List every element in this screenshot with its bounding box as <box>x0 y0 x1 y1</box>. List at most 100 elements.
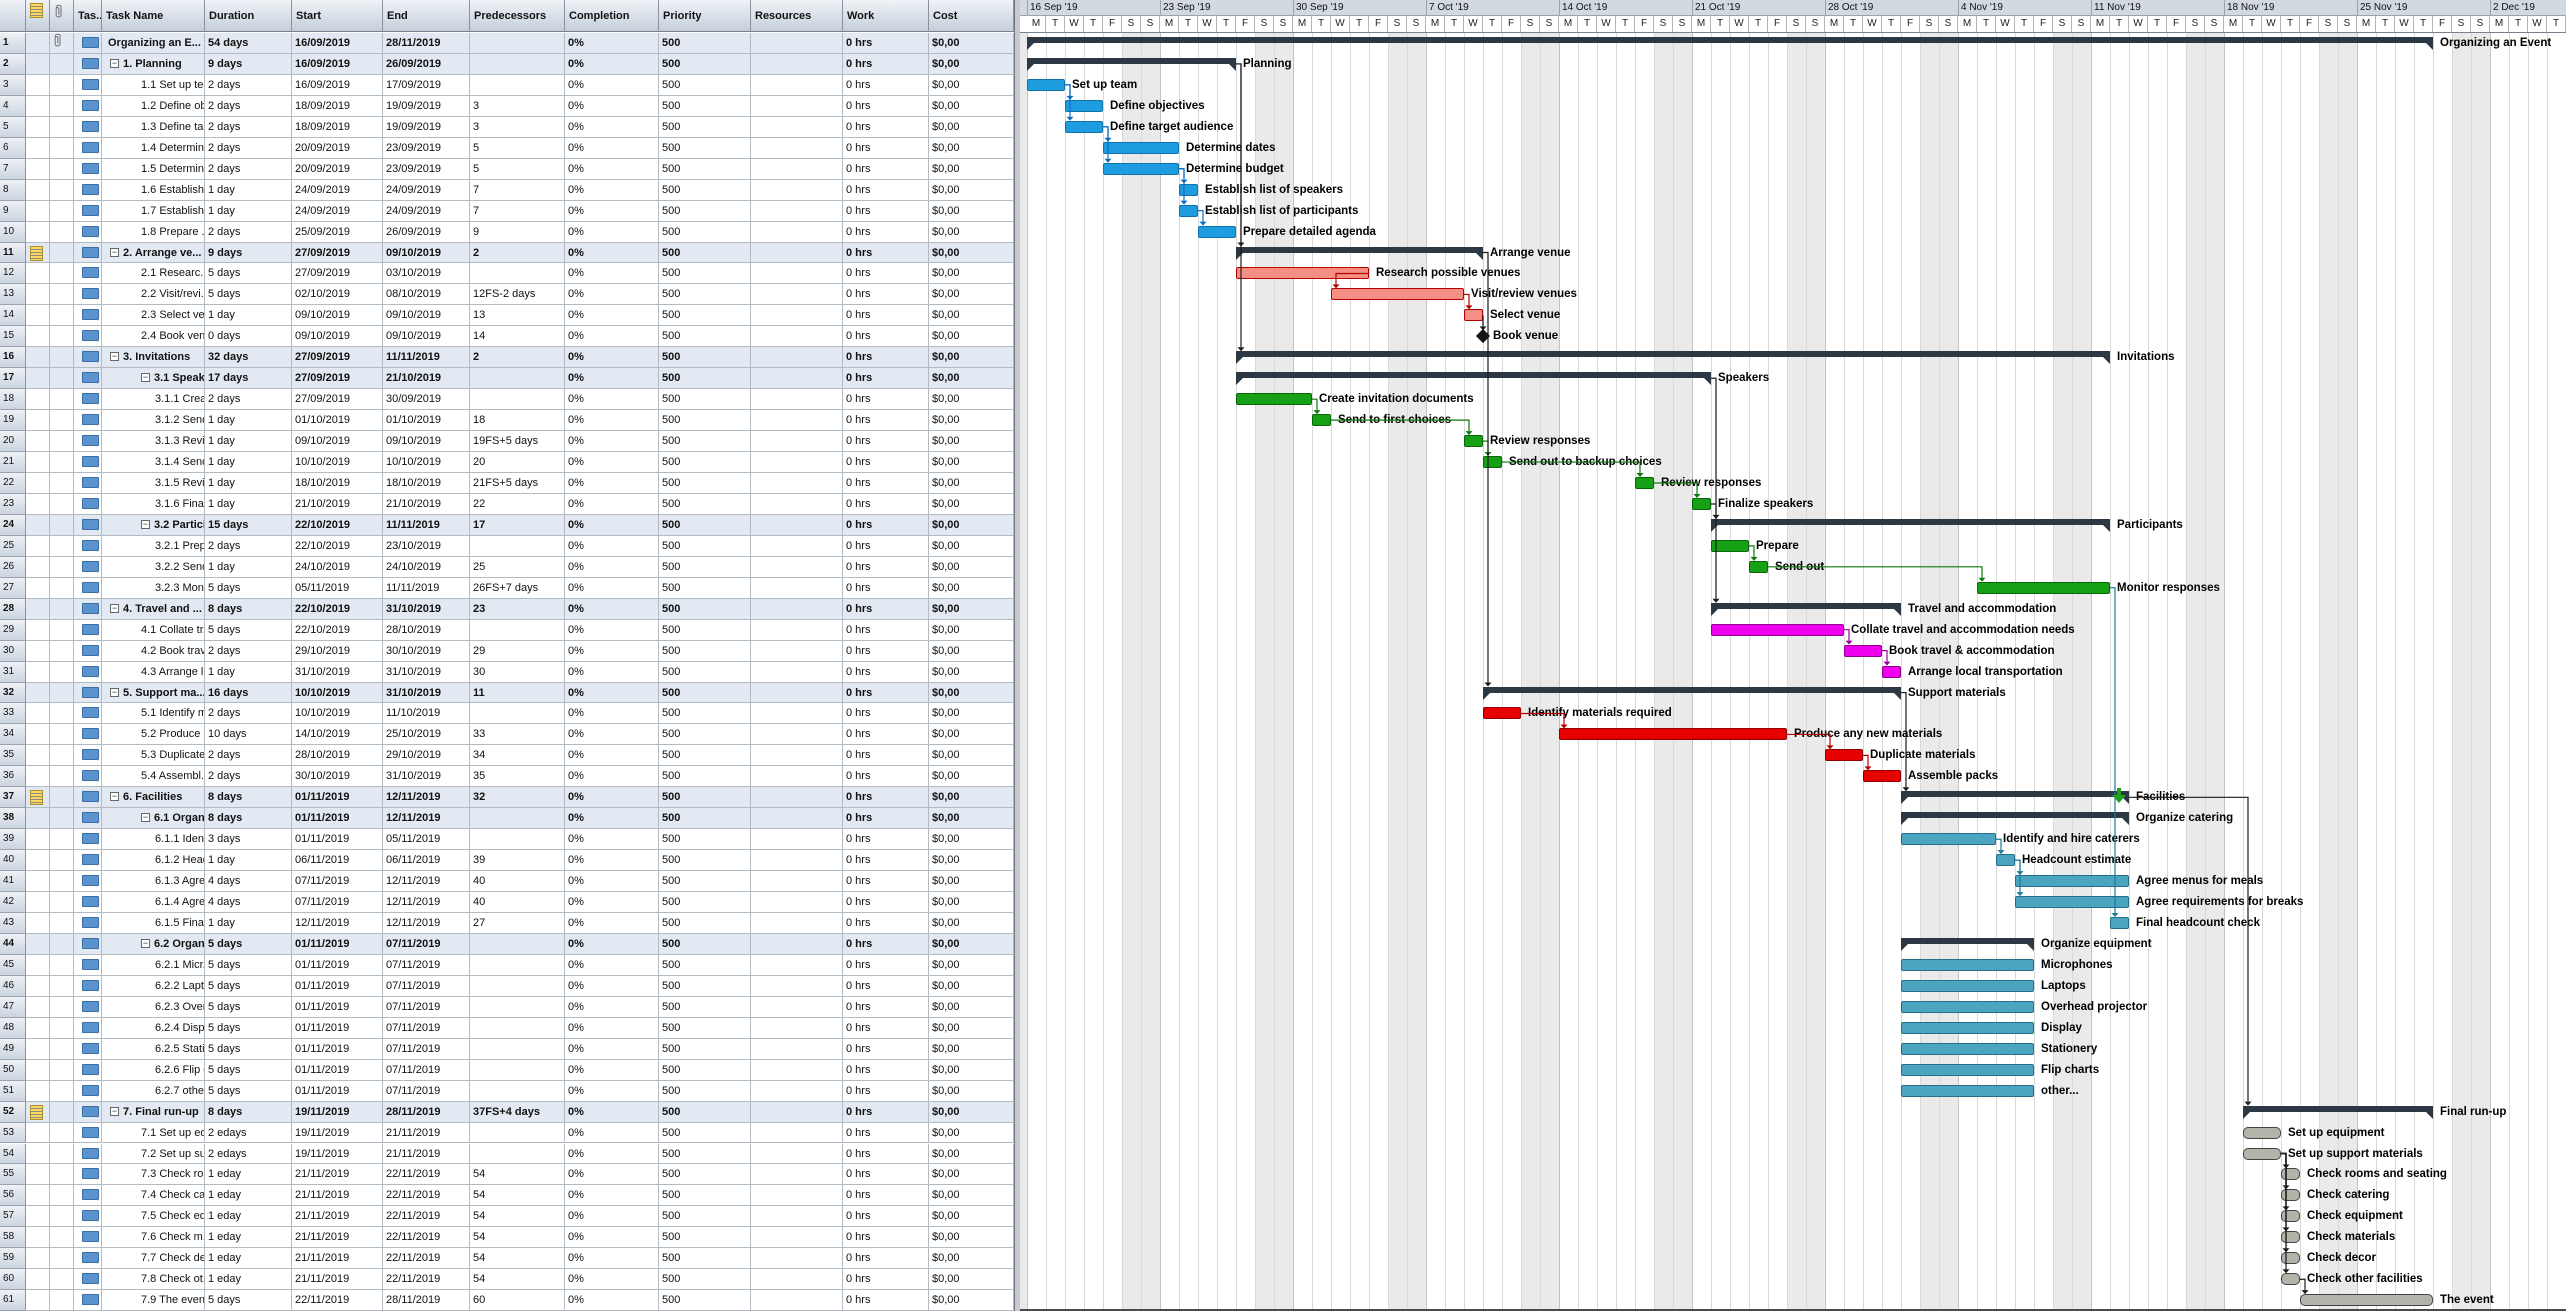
cell-priority[interactable]: 500 <box>659 933 751 955</box>
cell-priority[interactable]: 500 <box>659 221 751 243</box>
cell-end[interactable]: 06/11/2019 <box>383 850 470 872</box>
cell-indicator[interactable] <box>26 556 50 578</box>
cell-indicator[interactable] <box>26 1185 50 1207</box>
cell-pred[interactable]: 13 <box>470 305 565 327</box>
cell-name[interactable]: 4.1 Collate tr... <box>102 619 205 641</box>
cell-end[interactable]: 11/10/2019 <box>383 703 470 725</box>
cell-resources[interactable] <box>751 452 843 473</box>
cell-cost[interactable]: $0,00 <box>929 1206 1014 1228</box>
cell-work[interactable]: 0 hrs <box>843 640 929 662</box>
cell-end[interactable]: 24/10/2019 <box>383 556 470 578</box>
cell-end[interactable]: 23/09/2019 <box>383 158 470 180</box>
cell-pred[interactable] <box>470 53 565 75</box>
cell-work[interactable]: 0 hrs <box>843 829 929 851</box>
cell-indicator[interactable] <box>26 305 50 327</box>
cell-duration[interactable]: 5 days <box>205 284 292 306</box>
cell-attachment[interactable] <box>50 137 74 159</box>
cell-name[interactable]: 2.4 Book ven... <box>102 326 205 348</box>
cell-end[interactable]: 09/10/2019 <box>383 242 470 264</box>
cell-cost[interactable]: $0,00 <box>929 1248 1014 1270</box>
cell-cost[interactable]: $0,00 <box>929 787 1014 809</box>
cell-end[interactable]: 07/11/2019 <box>383 975 470 997</box>
cell-end[interactable]: 09/10/2019 <box>383 431 470 453</box>
cell-name[interactable]: 3.1.6 Finali... <box>102 493 205 515</box>
cell-priority[interactable]: 500 <box>659 598 751 620</box>
cell-priority[interactable]: 500 <box>659 1206 751 1228</box>
cell-taskmode[interactable] <box>74 1059 102 1081</box>
cell-indicator[interactable] <box>26 933 50 955</box>
cell-pred[interactable] <box>470 703 565 725</box>
cell-cost[interactable]: $0,00 <box>929 242 1014 264</box>
cell-cost[interactable]: $0,00 <box>929 535 1014 557</box>
cell-duration[interactable]: 15 days <box>205 514 292 536</box>
table-row[interactable]: 17 −3.1 Speakers17 days27/09/201921/10/20… <box>0 368 1014 390</box>
row-number[interactable]: 50 <box>0 1059 26 1081</box>
cell-duration[interactable]: 8 days <box>205 1101 292 1123</box>
cell-work[interactable]: 0 hrs <box>843 1059 929 1081</box>
cell-resources[interactable] <box>751 74 843 96</box>
cell-duration[interactable]: 1 eday <box>205 1164 292 1186</box>
table-row[interactable]: 314.3 Arrange l...1 day31/10/201931/10/2… <box>0 661 1014 683</box>
cell-start[interactable]: 18/09/2019 <box>292 116 383 138</box>
cell-cost[interactable]: $0,00 <box>929 975 1014 997</box>
cell-duration[interactable]: 54 days <box>205 33 292 54</box>
cell-duration[interactable]: 1 day <box>205 452 292 473</box>
cell-work[interactable]: 0 hrs <box>843 116 929 138</box>
cell-indicator[interactable] <box>26 975 50 997</box>
cell-work[interactable]: 0 hrs <box>843 242 929 264</box>
cell-start[interactable]: 31/10/2019 <box>292 661 383 683</box>
cell-priority[interactable]: 500 <box>659 724 751 746</box>
cell-resources[interactable] <box>751 1059 843 1081</box>
cell-resources[interactable] <box>751 703 843 725</box>
cell-completion[interactable]: 0% <box>565 913 659 934</box>
cell-name[interactable]: 6.2.4 Displ... <box>102 1017 205 1039</box>
cell-cost[interactable]: $0,00 <box>929 1101 1014 1123</box>
cell-name[interactable]: −6.2 Organiz... <box>102 933 205 955</box>
cell-resources[interactable] <box>751 850 843 872</box>
cell-indicator[interactable] <box>26 368 50 390</box>
cell-indicator[interactable] <box>26 703 50 725</box>
cell-taskmode[interactable] <box>74 661 102 683</box>
cell-start[interactable]: 01/11/2019 <box>292 996 383 1018</box>
cell-taskmode[interactable] <box>74 493 102 515</box>
cell-name[interactable]: 3.2.1 Prep... <box>102 535 205 557</box>
cell-taskmode[interactable] <box>74 263 102 285</box>
cell-pred[interactable]: 18 <box>470 410 565 432</box>
cell-duration[interactable]: 5 days <box>205 1017 292 1039</box>
cell-duration[interactable]: 1 eday <box>205 1206 292 1228</box>
cell-start[interactable]: 07/11/2019 <box>292 871 383 893</box>
cell-name[interactable]: 3.2.3 Monit... <box>102 577 205 599</box>
cell-resources[interactable] <box>751 326 843 348</box>
cell-priority[interactable]: 500 <box>659 53 751 75</box>
cell-pred[interactable]: 20 <box>470 452 565 473</box>
table-row[interactable]: 30 4.2 Book trav...2 days29/10/201930/10/… <box>0 640 1014 662</box>
table-row[interactable]: 53 7.1 Set up eq...2 edays19/11/201921/11… <box>0 1122 1014 1144</box>
table-row[interactable]: 11 −2. Arrange ve...9 days27/09/201909/10… <box>0 242 1014 264</box>
cell-work[interactable]: 0 hrs <box>843 1101 929 1123</box>
cell-completion[interactable]: 0% <box>565 179 659 201</box>
cell-start[interactable]: 27/09/2019 <box>292 368 383 390</box>
cell-resources[interactable] <box>751 53 843 75</box>
cell-taskmode[interactable] <box>74 892 102 913</box>
cell-attachment[interactable] <box>50 954 74 976</box>
cell-resources[interactable] <box>751 892 843 913</box>
cell-resources[interactable] <box>751 95 843 117</box>
cell-taskmode[interactable] <box>74 1269 102 1291</box>
cell-cost[interactable]: $0,00 <box>929 116 1014 138</box>
table-row[interactable]: 59 7.7 Check de...1 eday21/11/201922/11/2… <box>0 1248 1014 1270</box>
cell-name[interactable]: −7. Final run-up <box>102 1101 205 1123</box>
table-row[interactable]: 47 6.2.3 Over...5 days01/11/201907/11/201… <box>0 996 1014 1018</box>
cell-resources[interactable] <box>751 556 843 578</box>
cell-work[interactable]: 0 hrs <box>843 745 929 767</box>
cell-indicator[interactable] <box>26 913 50 934</box>
cell-completion[interactable]: 0% <box>565 347 659 369</box>
cell-completion[interactable]: 0% <box>565 263 659 285</box>
cell-taskmode[interactable] <box>74 137 102 159</box>
cell-resources[interactable] <box>751 179 843 201</box>
cell-resources[interactable] <box>751 913 843 934</box>
cell-work[interactable]: 0 hrs <box>843 347 929 369</box>
cell-resources[interactable] <box>751 158 843 180</box>
cell-name[interactable]: 6.2.2 Lapt... <box>102 975 205 997</box>
cell-end[interactable]: 18/10/2019 <box>383 473 470 494</box>
collapse-expander[interactable]: − <box>141 373 150 383</box>
